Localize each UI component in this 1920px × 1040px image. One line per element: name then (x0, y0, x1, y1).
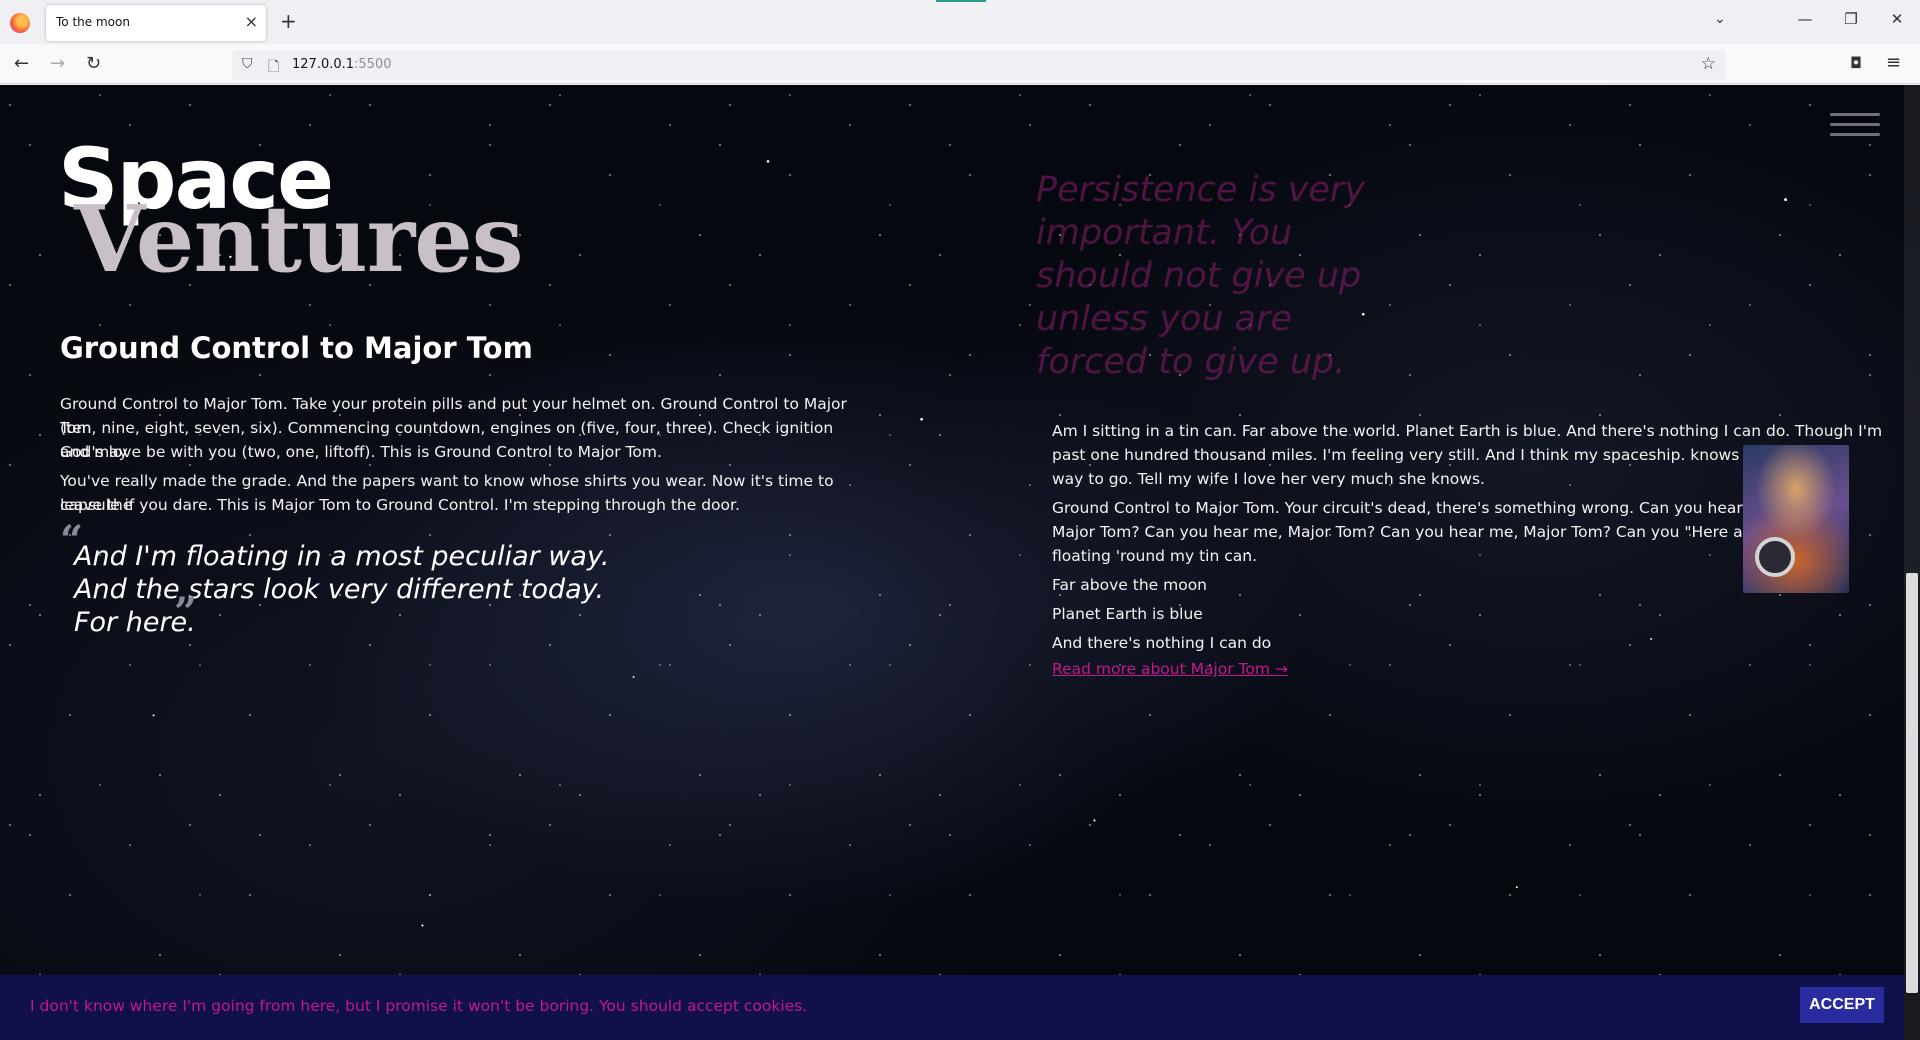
reload-icon[interactable]: ↻ (86, 53, 101, 74)
logo-ventures: Ventures (74, 185, 524, 293)
intro-paragraph-line: God's love be with you (two, one, liftof… (60, 443, 662, 461)
right-paragraph-line: Am I sitting in a tin can. Far above the… (1052, 422, 1883, 440)
tab-title: To the moon (56, 15, 130, 29)
cookie-text: I don't know where I'm going from here, … (30, 997, 808, 1015)
quote-line: And I'm floating in a most peculiar way. (74, 541, 610, 572)
page-title: Ground Control to Major Tom (60, 331, 533, 365)
tab-indicator (936, 0, 986, 2)
accept-cookies-button[interactable]: ACCEPT (1800, 987, 1884, 1023)
page-info-icon[interactable]: 🗋 (268, 56, 279, 80)
page-viewport: Space Ventures Ground Control to Major T… (0, 85, 1920, 1040)
back-icon[interactable]: ← (14, 53, 29, 74)
faded-quote: Persistence is very important. You shoul… (1036, 170, 1365, 382)
right-paragraph-line: past one hundred thousand miles. I'm fee… (1052, 446, 1790, 464)
scrollbar-thumb[interactable] (1906, 573, 1918, 993)
right-paragraph-line: Major Tom? Can you hear me, Major Tom? C… (1052, 523, 1768, 541)
right-paragraph-line: floating 'round my tin can. (1052, 547, 1258, 565)
cookie-banner: I don't know where I'm going from here, … (0, 975, 1904, 1040)
browser-tab[interactable]: To the moon × (46, 5, 266, 41)
hamburger-menu-icon[interactable] (1830, 113, 1880, 143)
bookmark-star-icon[interactable]: ☆ (1701, 54, 1716, 74)
list-tabs-icon[interactable]: ⌄ (1714, 11, 1726, 27)
right-paragraph-line: way to go. Tell my wife I love her very … (1052, 470, 1485, 488)
minimize-icon[interactable]: — (1790, 10, 1820, 28)
close-tab-icon[interactable]: × (245, 12, 258, 31)
close-quote-mark: ” (174, 589, 198, 636)
url-host: 127.0.0.1 (292, 57, 355, 72)
lyric-line: Planet Earth is blue (1052, 605, 1203, 623)
app-menu-icon[interactable]: ≡ (1886, 52, 1901, 73)
shield-icon[interactable]: ⛉ (242, 56, 253, 72)
scrollbar[interactable] (1904, 85, 1920, 1040)
second-paragraph-line: capsule if you dare. This is Major Tom t… (60, 496, 740, 514)
read-more-link[interactable]: Read more about Major Tom → (1052, 660, 1288, 678)
quote-line: And the stars look very different today. (74, 574, 605, 605)
firefox-icon (10, 13, 30, 33)
forward-icon[interactable]: → (50, 53, 65, 74)
url-text: 127.0.0.1:5500 (292, 57, 392, 72)
pocket-icon[interactable]: ◘ (1850, 54, 1862, 72)
right-paragraph-line: Ground Control to Major Tom. Your circui… (1052, 499, 1778, 517)
lyric-line: Far above the moon (1052, 576, 1207, 594)
browser-tab-bar: To the moon × + ⌄ — ❐ ✕ (0, 0, 1920, 44)
url-port: :5500 (354, 57, 392, 72)
helmet-icon (1755, 537, 1795, 577)
browser-nav-bar: ← → ↻ ⛉ 🗋 127.0.0.1:5500 ☆ ◘ ≡ (0, 44, 1920, 84)
close-window-icon[interactable]: ✕ (1882, 10, 1912, 28)
restore-icon[interactable]: ❐ (1836, 10, 1866, 28)
url-bar[interactable]: ⛉ 🗋 127.0.0.1:5500 ☆ (232, 50, 1726, 80)
lyric-line: And there's nothing I can do (1052, 634, 1272, 652)
new-tab-icon[interactable]: + (280, 9, 297, 33)
astronaut-image (1743, 445, 1849, 593)
